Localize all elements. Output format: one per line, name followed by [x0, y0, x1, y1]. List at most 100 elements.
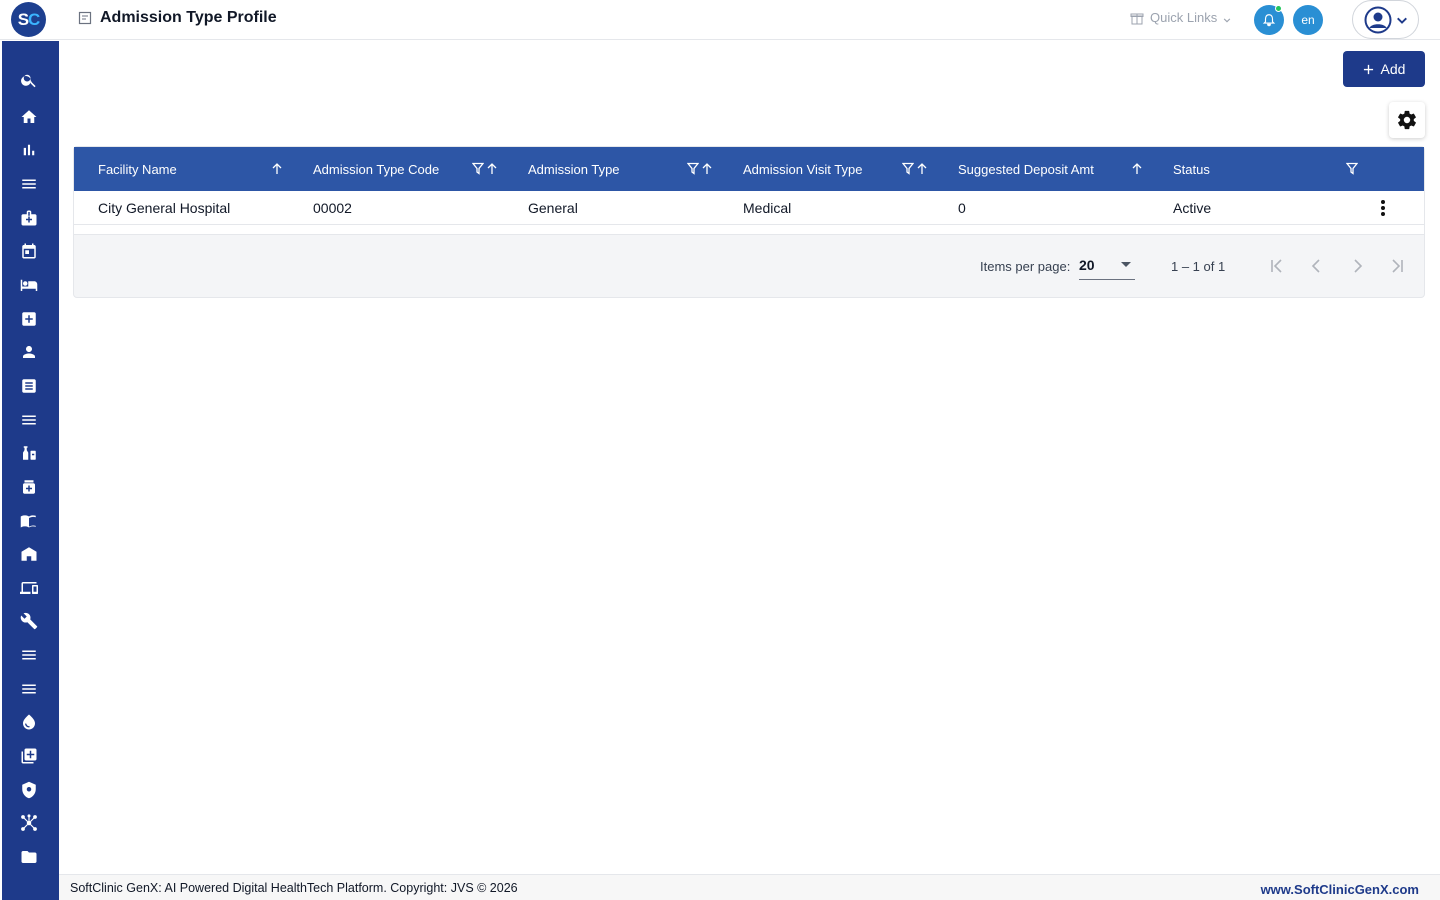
column-header-admission-type-code[interactable]: Admission Type Code — [289, 147, 504, 191]
sidebar-item-menu-1[interactable] — [18, 173, 40, 195]
calendar-icon — [22, 243, 36, 259]
sidebar-item-search[interactable] — [18, 69, 40, 91]
sidebar-item-calendar[interactable] — [18, 240, 40, 262]
last-page-button[interactable] — [1385, 254, 1409, 278]
folder-icon — [21, 851, 37, 863]
kebab-dot — [1381, 200, 1385, 204]
kebab-dot — [1381, 206, 1385, 210]
sidebar-item-home[interactable] — [18, 106, 40, 128]
blood-drop-icon — [23, 714, 35, 730]
sidebar-item-add-library[interactable] — [18, 745, 40, 767]
column-controls — [1346, 162, 1358, 175]
footer-website-link[interactable]: www.SoftClinicGenX.com — [1261, 882, 1419, 897]
person-icon — [23, 346, 35, 358]
book-icon — [20, 515, 36, 528]
sidebar-item-security[interactable] — [18, 779, 40, 801]
user-menu-button[interactable] — [1352, 0, 1419, 39]
sidebar-item-library[interactable] — [18, 510, 40, 532]
sort-arrow-up-icon[interactable] — [1131, 162, 1143, 175]
shield-icon — [22, 781, 36, 799]
column-controls — [271, 162, 283, 175]
sort-arrow-up-icon[interactable] — [271, 162, 283, 175]
quick-links-menu[interactable]: Quick Links — [1130, 10, 1231, 25]
cell-admission-visit-type: Medical — [743, 199, 792, 216]
row-actions-button[interactable] — [1374, 199, 1392, 217]
sidebar-item-menu-3[interactable] — [18, 644, 40, 666]
add-library-icon — [21, 748, 37, 764]
sort-arrow-up-icon[interactable] — [701, 162, 713, 175]
admission-type-table: Facility Name Admission Type Code Admiss… — [73, 146, 1425, 298]
column-header-actions — [1364, 147, 1424, 191]
plus-box-icon — [22, 312, 36, 326]
filter-icon[interactable] — [902, 162, 914, 175]
cell-suggested-deposit-amt: 0 — [958, 199, 966, 216]
cell-facility-name: City General Hospital — [98, 199, 231, 216]
sidebar-item-tools[interactable] — [18, 610, 40, 632]
bar-chart-icon — [23, 144, 35, 156]
column-label: Status — [1173, 161, 1210, 177]
column-header-admission-type[interactable]: Admission Type — [504, 147, 719, 191]
sidebar-item-blood-bank[interactable] — [18, 711, 40, 733]
avatar-icon — [1364, 6, 1391, 33]
column-label: Admission Type — [528, 161, 620, 177]
table-empty-space — [74, 225, 1424, 235]
column-header-admission-visit-type[interactable]: Admission Visit Type — [719, 147, 934, 191]
wrench-icon — [20, 612, 38, 630]
column-header-status[interactable]: Status — [1149, 147, 1364, 191]
filter-icon[interactable] — [687, 162, 699, 175]
sidebar-item-pharmacy[interactable] — [18, 442, 40, 464]
notification-dot — [1275, 5, 1282, 12]
footer: SoftClinic GenX: AI Powered Digital Heal… — [59, 874, 1440, 900]
next-page-button[interactable] — [1345, 254, 1369, 278]
first-page-icon — [1271, 259, 1282, 273]
sidebar-item-patients[interactable] — [18, 341, 40, 363]
column-label: Admission Type Code — [313, 161, 440, 177]
sidebar-item-clinical[interactable] — [18, 308, 40, 330]
sidebar-item-facility[interactable] — [18, 543, 40, 565]
page-title: Admission Type Profile — [100, 9, 277, 26]
paginator: Items per page: 20 1 – 1 of 1 — [74, 236, 1424, 298]
last-page-icon — [1392, 259, 1403, 273]
filter-icon[interactable] — [472, 162, 484, 175]
column-header-suggested-deposit-amt[interactable]: Suggested Deposit Amt — [934, 147, 1149, 191]
menu-icon — [22, 650, 36, 660]
sidebar-item-medicines[interactable] — [18, 476, 40, 498]
chevron-left-icon — [1311, 259, 1320, 273]
sidebar — [2, 41, 59, 900]
page-title-area: Admission Type Profile — [78, 9, 277, 27]
table-row[interactable]: City General Hospital 00002 General Medi… — [74, 191, 1424, 225]
chevron-down-icon — [1396, 17, 1407, 24]
sidebar-item-devices[interactable] — [18, 577, 40, 599]
notifications-button[interactable] — [1254, 5, 1284, 35]
add-button[interactable]: Add — [1343, 51, 1425, 87]
sidebar-item-files[interactable] — [18, 846, 40, 868]
column-header-facility-name[interactable]: Facility Name — [74, 147, 289, 191]
items-per-page-select[interactable]: 20 — [1079, 250, 1135, 280]
previous-page-button[interactable] — [1305, 254, 1329, 278]
sidebar-item-menu-4[interactable] — [18, 678, 40, 700]
sort-arrow-up-icon[interactable] — [486, 162, 498, 175]
sidebar-item-beds[interactable] — [18, 274, 40, 296]
top-bar: SC Admission Type Profile Quick Links en — [0, 0, 1440, 40]
gear-icon — [1398, 110, 1416, 130]
items-per-page-value: 20 — [1079, 256, 1095, 273]
menu-icon — [22, 179, 36, 189]
sidebar-item-reports[interactable] — [18, 139, 40, 161]
pharmacy-icon — [23, 446, 36, 460]
sidebar-item-medical[interactable] — [18, 207, 40, 229]
column-controls — [902, 162, 928, 175]
sort-arrow-up-icon[interactable] — [916, 162, 928, 175]
sidebar-item-menu-2[interactable] — [18, 409, 40, 431]
footer-copyright: SoftClinic GenX: AI Powered Digital Heal… — [70, 881, 518, 895]
chevron-right-icon — [1354, 259, 1363, 273]
app-logo[interactable]: SC — [11, 2, 46, 37]
first-page-button[interactable] — [1265, 254, 1289, 278]
sidebar-item-records[interactable] — [18, 375, 40, 397]
chevron-down-icon — [1223, 17, 1231, 23]
column-settings-button[interactable] — [1389, 102, 1425, 138]
kebab-dot — [1381, 212, 1385, 216]
language-button[interactable]: en — [1293, 5, 1323, 35]
sidebar-item-integrations[interactable] — [18, 812, 40, 834]
network-icon — [21, 814, 37, 831]
filter-icon[interactable] — [1346, 162, 1358, 175]
